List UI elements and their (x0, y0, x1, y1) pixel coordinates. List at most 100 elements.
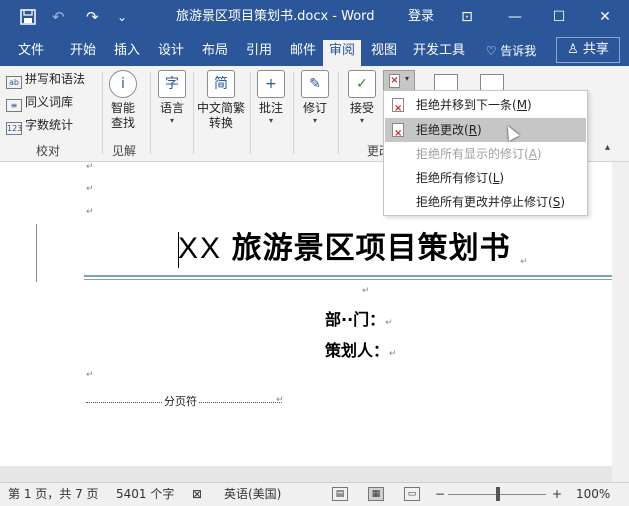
window-title: 旅游景区项目策划书.docx - Word (176, 9, 375, 24)
vertical-scrollbar[interactable] (612, 162, 629, 482)
tell-me-search[interactable]: ♡ 告诉我 (478, 40, 544, 66)
group-separator (193, 72, 194, 154)
zoom-in-button[interactable]: + (552, 483, 562, 505)
planner-field: 策划人：↵ (325, 341, 397, 364)
menu-item-tail: ) (536, 147, 542, 161)
smart-lookup-button[interactable]: i 智能查找 (108, 70, 138, 131)
chevron-down-icon: ▾ (405, 74, 410, 83)
web-layout-icon[interactable]: ▭ (404, 487, 420, 501)
menu-item-reject-and-move-next[interactable]: 拒绝并移到下一条(M) (385, 93, 586, 121)
chinese-conversion-icon: 简 (207, 70, 235, 98)
menu-item-accesskey: A (528, 147, 537, 161)
group-separator (338, 72, 339, 154)
spelling-label: 拼写和语法 (25, 72, 86, 86)
text-cursor (178, 232, 179, 268)
change-bar (36, 224, 37, 282)
paragraph-mark: ↵ (86, 370, 94, 380)
tracking-label: 修订 (302, 101, 327, 115)
menu-item-accesskey: M (516, 98, 528, 112)
menu-item-label: 拒绝所有更改并停止修订( (416, 195, 553, 209)
tab-layout[interactable]: 布局 (194, 40, 236, 66)
document-title-prefix: XX (178, 232, 223, 265)
zoom-slider-thumb[interactable] (496, 487, 500, 501)
chinese-conversion-button[interactable]: 简 中文简繁转换 (196, 70, 246, 131)
accept-label: 接受 (349, 101, 374, 115)
close-button[interactable]: ✕ (592, 6, 618, 28)
chevron-down-icon: ▾ (359, 116, 364, 125)
reject-button[interactable]: × ▾ (383, 70, 415, 92)
tab-view[interactable]: 视图 (366, 40, 402, 66)
page-count[interactable]: 第 1 页，共 7 页 (8, 483, 99, 505)
group-separator (293, 72, 294, 154)
read-mode-icon[interactable]: ▤ (332, 487, 348, 501)
paragraph-mark: ↵ (389, 349, 397, 359)
title-bar: ↶ ↷ ⌄ 旅游景区项目策划书.docx - Word 登录 ⊡ — ☐ ✕ (0, 0, 629, 34)
planner-label: 策划人： (325, 341, 390, 360)
undo-icon[interactable]: ↶ (52, 7, 65, 27)
info-icon: i (109, 70, 137, 98)
accept-button[interactable]: ✓ 接受 ▾ (344, 70, 380, 126)
menu-item-reject-change[interactable]: 拒绝更改(R) (385, 118, 586, 146)
tab-design[interactable]: 设计 (150, 40, 192, 66)
language-status[interactable]: 英语(美国) (224, 483, 281, 505)
chevron-down-icon: ▾ (169, 116, 174, 125)
chevron-down-icon: ▾ (268, 116, 273, 125)
tab-mailings[interactable]: 邮件 (282, 40, 324, 66)
group-separator (150, 72, 151, 154)
menu-item-label: 拒绝更改( (416, 123, 469, 137)
tab-home[interactable]: 开始 (62, 40, 104, 66)
restore-button[interactable]: ☐ (546, 6, 572, 28)
comments-button[interactable]: + 批注 ▾ (254, 70, 288, 126)
thesaurus-button[interactable]: ≡ 同义词库 (6, 93, 73, 112)
menu-item-label: 拒绝并移到下一条( (416, 98, 517, 112)
zoom-level[interactable]: 100% (576, 483, 610, 505)
minimize-button[interactable]: — (502, 6, 528, 28)
group-separator (102, 72, 103, 154)
menu-item-label: 拒绝所有显示的修订( (416, 147, 529, 161)
spelling-icon: ab (6, 76, 22, 89)
menu-item-reject-all-shown: 拒绝所有显示的修订(A) (385, 142, 586, 166)
share-button[interactable]: ♙ 共享 (556, 37, 620, 63)
group-insights-label: 见解 (112, 144, 137, 158)
menu-item-tail: ) (527, 98, 532, 112)
paragraph-mark: ↵ (385, 318, 393, 328)
tab-references[interactable]: 引用 (238, 40, 280, 66)
menu-item-label: 拒绝所有修订( (416, 171, 493, 185)
customize-toolbar-icon[interactable]: ⌄ (117, 7, 127, 27)
zoom-out-button[interactable]: − (435, 483, 445, 505)
menu-item-reject-all[interactable]: 拒绝所有修订(L) (385, 166, 586, 190)
document-title: XX 旅游景区项目策划书 ↵ (178, 230, 528, 275)
collapse-ribbon-icon[interactable]: ▴ (605, 142, 610, 153)
word-count-button[interactable]: 123 字数统计 (6, 116, 73, 135)
redo-icon[interactable]: ↷ (86, 7, 99, 27)
tab-file[interactable]: 文件 (8, 40, 54, 66)
status-bar: 第 1 页，共 7 页 5401 个字 ⊠ 英语(美国) ▤ ▦ ▭ − + 1… (0, 482, 629, 506)
reject-icon (392, 122, 404, 146)
tracking-button[interactable]: ✎ 修订 ▾ (298, 70, 332, 126)
menu-item-reject-all-stop-tracking[interactable]: 拒绝所有更改并停止修订(S) (385, 190, 586, 214)
comments-label: 批注 (258, 101, 283, 115)
comment-icon: + (257, 70, 285, 98)
language-button[interactable]: 字 语言 ▾ (156, 70, 188, 126)
title-rule (84, 279, 612, 280)
spelling-grammar-button[interactable]: ab 拼写和语法 (6, 70, 85, 89)
print-layout-icon[interactable]: ▦ (368, 487, 384, 501)
paragraph-mark: ↵ (362, 286, 370, 296)
ribbon-display-options-icon[interactable]: ⊡ (454, 6, 480, 28)
page-break-label: 分页符 (162, 395, 199, 409)
menu-item-tail: ) (560, 195, 565, 209)
proofing-status-icon[interactable]: ⊠ (192, 483, 202, 505)
tab-insert[interactable]: 插入 (106, 40, 148, 66)
tab-developer[interactable]: 开发工具 (408, 40, 470, 66)
tab-review[interactable]: 审阅 (323, 40, 361, 68)
lightbulb-icon: ♡ (485, 44, 497, 58)
thesaurus-icon: ≡ (6, 99, 22, 112)
reject-icon (392, 97, 404, 121)
title-rule (84, 275, 612, 277)
thesaurus-label: 同义词库 (25, 95, 74, 109)
word-count[interactable]: 5401 个字 (116, 483, 174, 505)
chevron-down-icon: ▾ (312, 116, 317, 125)
department-label: 部··门： (325, 310, 386, 329)
login-link[interactable]: 登录 (408, 8, 434, 26)
save-icon[interactable] (20, 7, 38, 30)
